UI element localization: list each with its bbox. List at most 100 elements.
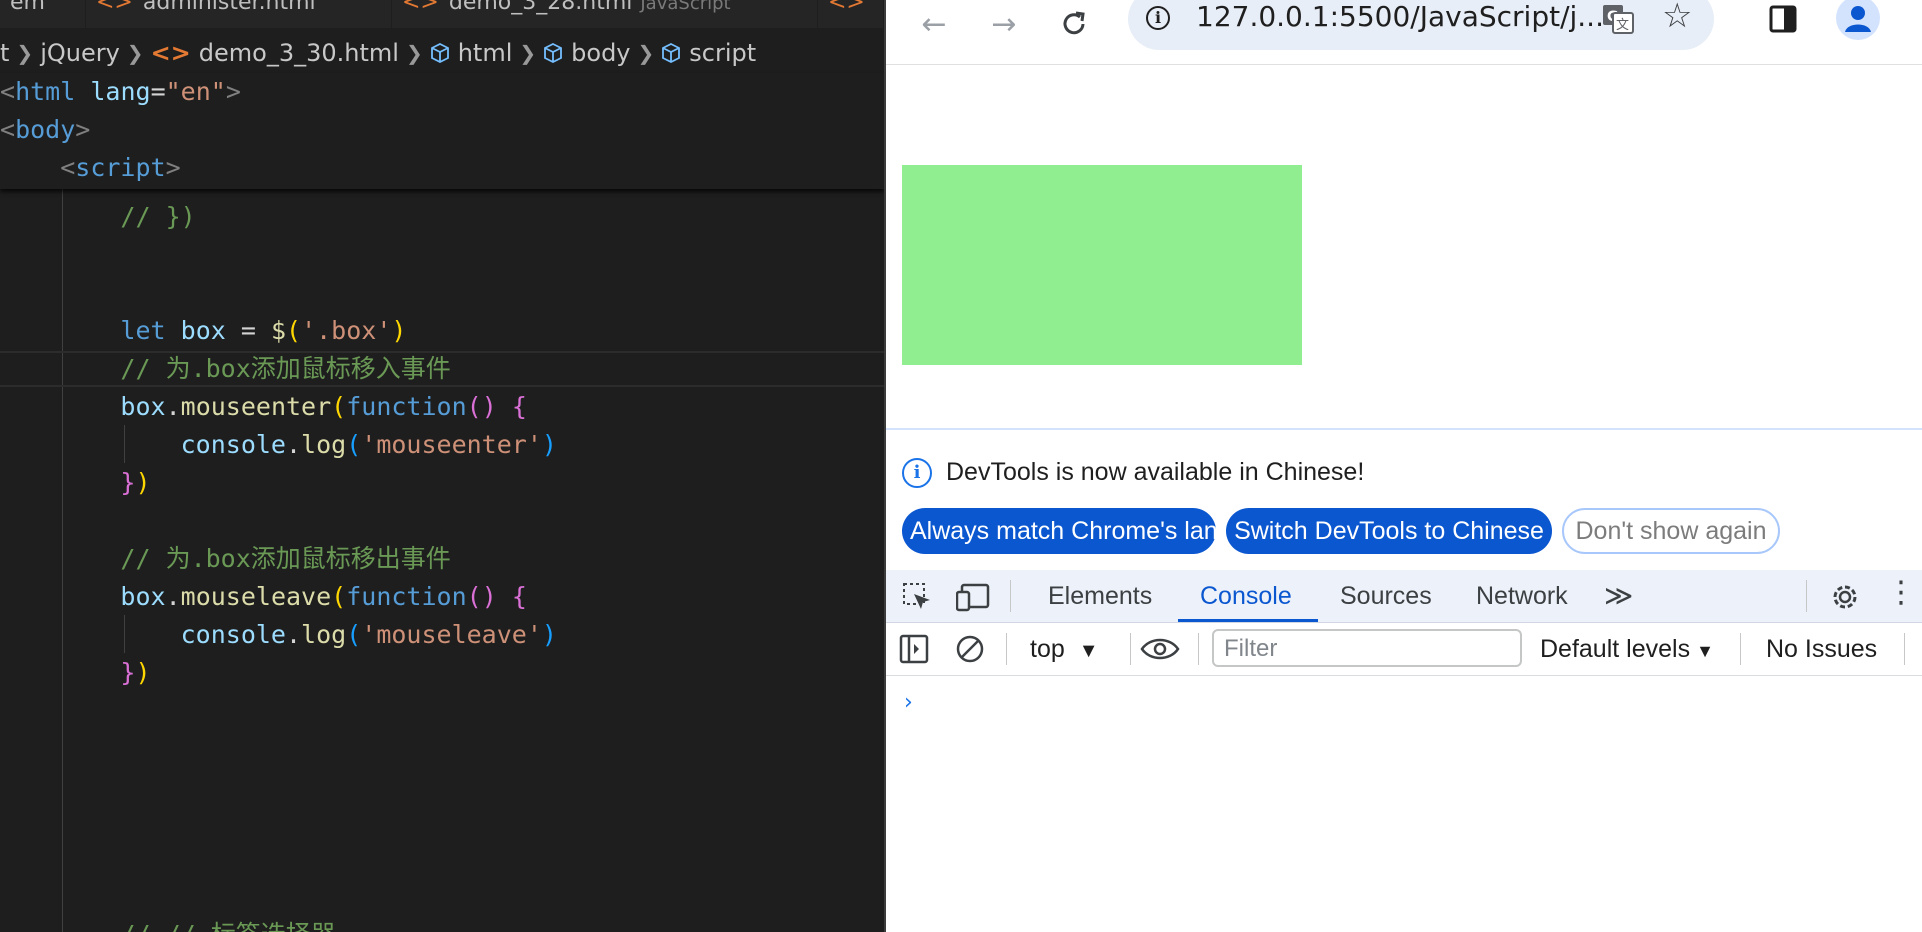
code-line[interactable]: // 为.box添加鼠标移出事件 <box>0 540 450 578</box>
editor-tab-administer[interactable]: <> administer.html <box>86 0 392 28</box>
issues-counter[interactable]: No Issues <box>1766 635 1877 664</box>
code-line[interactable]: }) <box>0 464 150 502</box>
profile-avatar[interactable] <box>1836 0 1880 40</box>
symbol-cube-icon <box>662 43 681 63</box>
chevron-right-icon: ❯ <box>637 41 655 65</box>
svg-text:文: 文 <box>1616 18 1629 33</box>
sticky-line-body[interactable]: <body> <box>0 111 90 149</box>
tab-sources[interactable]: Sources <box>1340 570 1432 622</box>
console-filter-input[interactable]: Filter <box>1212 629 1522 667</box>
html-file-icon: <> <box>96 0 133 15</box>
editor-tab-bar: em <> administer.html <> demo_3_28.html Jav… <box>0 0 884 28</box>
toolbar-divider <box>1130 633 1131 665</box>
device-toolbar-icon[interactable] <box>956 582 990 612</box>
reload-button[interactable] <box>1054 4 1094 44</box>
bookmark-star-icon[interactable]: ☆ <box>1662 0 1692 36</box>
editor-tab-1[interactable]: em <box>0 0 86 28</box>
dropdown-triangle-icon: ▼ <box>1696 641 1714 661</box>
kebab-menu-icon[interactable]: ⋮ <box>1886 578 1916 608</box>
editor-tab-label: em <box>10 0 45 15</box>
editor-tab-overflow[interactable]: <> <box>818 0 884 28</box>
box-element[interactable] <box>902 165 1302 365</box>
switch-to-chinese-button[interactable]: Switch DevTools to Chinese <box>1226 508 1552 554</box>
forward-button[interactable]: → <box>984 4 1024 44</box>
html-file-icon: <> <box>402 0 439 15</box>
chevron-right-icon: ❯ <box>405 41 423 65</box>
symbol-cube-icon <box>544 43 563 63</box>
toolbar-divider <box>1010 580 1011 612</box>
active-tab-indicator <box>1178 619 1318 622</box>
code-line[interactable]: console.log('mouseleave') <box>0 616 557 654</box>
html-file-icon: <> <box>150 39 191 67</box>
breadcrumb-item-html[interactable]: html <box>458 39 513 67</box>
breadcrumb-item-folder-partial[interactable]: t <box>0 39 9 67</box>
editor-tab-label: administer.html <box>142 0 316 15</box>
code-line[interactable]: let box = $('.box') <box>0 312 406 350</box>
toolbar-divider <box>1806 580 1807 612</box>
log-levels-dropdown[interactable]: Default levels ▼ <box>1540 635 1714 664</box>
console-prompt[interactable]: › <box>904 690 913 715</box>
chevron-right-icon: ❯ <box>16 41 34 65</box>
sticky-line-html[interactable]: <html lang="en"> <box>0 73 241 111</box>
devtools-panel: i DevTools is now available in Chinese! … <box>886 428 1922 932</box>
context-value: top <box>1030 635 1065 663</box>
translate-icon[interactable]: G文 <box>1602 4 1634 34</box>
sticky-scroll-header[interactable]: <html lang="en"> <body> <script> <box>0 73 884 189</box>
reload-icon <box>1063 11 1085 35</box>
tab-network[interactable]: Network <box>1476 570 1568 622</box>
sticky-line-script[interactable]: <script> <box>0 149 180 187</box>
page-viewport <box>886 65 1922 428</box>
inspect-element-icon[interactable] <box>902 582 932 612</box>
side-panel-icon[interactable] <box>1768 4 1798 34</box>
toolbar-divider <box>1740 633 1741 665</box>
code-line[interactable]: // // 标签选择器 <box>0 916 335 932</box>
html-file-icon: <> <box>828 0 865 15</box>
person-icon <box>1845 6 1871 32</box>
infobar-message: DevTools is now available in Chinese! <box>946 458 1365 486</box>
code-line[interactable]: }) <box>0 654 150 692</box>
editor-tab-language: JavaScript <box>640 0 731 14</box>
browser-window: ← → i 127.0.0.1:5500/JavaScript/j... G文 … <box>884 0 1922 932</box>
tab-console[interactable]: Console <box>1200 570 1292 622</box>
code-line[interactable]: console.log('mouseenter') <box>0 426 557 464</box>
breadcrumb-item-script[interactable]: script <box>689 39 756 67</box>
editor-tab-demo-3-28[interactable]: <> demo_3_28.html JavaScript <box>392 0 818 28</box>
code-line[interactable]: box.mouseenter(function() { <box>0 388 526 426</box>
info-icon: i <box>902 458 932 488</box>
code-line[interactable]: // }) <box>0 198 195 236</box>
browser-toolbar: ← → i 127.0.0.1:5500/JavaScript/j... G文 … <box>886 0 1922 65</box>
log-levels-label: Default levels <box>1540 635 1691 663</box>
dont-show-again-button[interactable]: Don't show again <box>1562 508 1780 554</box>
toolbar-divider <box>1006 633 1007 665</box>
editor-tab-label: demo_3_28.html <box>448 0 633 15</box>
toolbar-divider <box>1198 633 1199 665</box>
context-selector[interactable]: top ▼ <box>1030 635 1099 664</box>
code-line[interactable]: box.mouseleave(function() { <box>0 578 526 616</box>
chevron-right-icon: ❯ <box>126 41 144 65</box>
dropdown-triangle-icon: ▼ <box>1078 640 1099 662</box>
devtools-tab-bar: Elements Console Sources Network ≫ ⋮ <box>886 570 1922 623</box>
console-toolbar: top ▼ Filter Default levels ▼ No Issues <box>886 623 1922 676</box>
code-line[interactable]: // 为.box添加鼠标移入事件 <box>0 350 450 388</box>
breadcrumb: t ❯ jQuery ❯ <> demo_3_30.html ❯ html ❯ … <box>0 36 884 70</box>
breadcrumb-item-body[interactable]: body <box>571 39 630 67</box>
breadcrumb-item-jquery[interactable]: jQuery <box>40 39 120 67</box>
symbol-cube-icon <box>430 43 449 63</box>
code-editor[interactable]: em <> administer.html <> demo_3_28.html Jav… <box>0 0 884 932</box>
always-match-language-button[interactable]: Always match Chrome's language <box>902 508 1287 554</box>
language-infobar: i DevTools is now available in Chinese! … <box>886 430 1922 570</box>
breadcrumb-item-file[interactable]: demo_3_30.html <box>199 39 399 67</box>
clear-console-icon[interactable] <box>954 633 986 665</box>
more-tabs-button[interactable]: ≫ <box>1604 570 1633 622</box>
arrow-right-icon: → <box>991 6 1017 42</box>
eye-icon[interactable] <box>1140 635 1180 663</box>
url-text[interactable]: 127.0.0.1:5500/JavaScript/j... <box>1196 0 1604 33</box>
back-button[interactable]: ← <box>914 4 954 44</box>
toolbar-divider <box>1904 633 1905 665</box>
sidebar-toggle-icon[interactable] <box>898 633 930 665</box>
site-info-icon[interactable]: i <box>1146 6 1170 30</box>
settings-gear-icon[interactable] <box>1828 580 1862 614</box>
tab-elements[interactable]: Elements <box>1048 570 1152 622</box>
address-bar[interactable]: i 127.0.0.1:5500/JavaScript/j... G文 ☆ <box>1128 0 1714 50</box>
chevron-right-icon: ❯ <box>519 41 537 65</box>
